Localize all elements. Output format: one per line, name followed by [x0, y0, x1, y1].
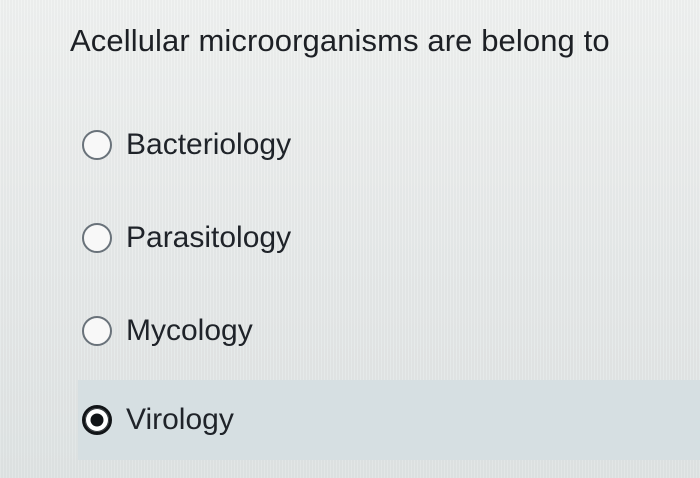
radio-button-icon[interactable]	[82, 316, 112, 346]
radio-button-icon[interactable]	[82, 223, 112, 253]
option-parasitology[interactable]: Parasitology	[78, 211, 700, 265]
option-virology[interactable]: Virology	[78, 380, 700, 460]
selected-radio-button-icon[interactable]	[82, 405, 112, 435]
question-text: Acellular microorganisms are belong to	[70, 23, 610, 58]
option-bacteriology[interactable]: Bacteriology	[78, 118, 700, 172]
option-label: Mycology	[126, 314, 253, 347]
quiz-screen: Acellular microorganisms are belong to B…	[0, 0, 700, 478]
option-label: Parasitology	[126, 221, 292, 254]
option-label: Virology	[126, 403, 234, 436]
radio-button-icon[interactable]	[82, 130, 112, 160]
option-label: Bacteriology	[126, 128, 292, 161]
option-mycology[interactable]: Mycology	[78, 304, 700, 358]
